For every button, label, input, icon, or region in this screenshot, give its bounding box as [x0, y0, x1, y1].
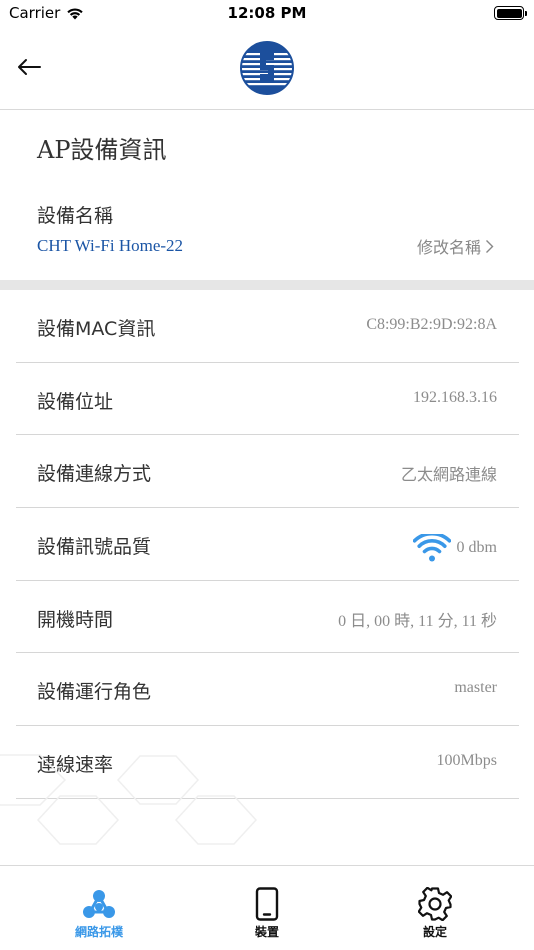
device-info-list: 設備MAC資訊 C8:99:B2:9D:92:8A 設備位址 192.168.3…	[16, 290, 519, 799]
tab-network-topology[interactable]: 網路拓樸	[10, 866, 188, 950]
row-ip-address: 設備位址 192.168.3.16	[16, 363, 519, 436]
cht-logo	[240, 41, 294, 95]
tab-settings[interactable]: 設定	[346, 866, 524, 950]
role-label: 設備運行角色	[37, 681, 152, 704]
role-value: master	[454, 679, 497, 697]
status-bar: Carrier 12:08 PM	[0, 0, 534, 28]
signal-quality-label: 設備訊號品質	[37, 536, 152, 559]
chevron-right-icon	[486, 239, 494, 253]
nav-bar	[0, 28, 534, 110]
back-button[interactable]	[12, 50, 46, 84]
row-uptime: 開機時間 0 日, 00 時, 11 分, 11 秒	[16, 581, 519, 654]
signal-quality-value-group: 0 dbm	[412, 534, 497, 562]
device-name-value: CHT Wi-Fi Home-22	[37, 236, 184, 255]
connection-type-label: 設備連線方式	[37, 463, 152, 486]
tab-bar: 網路拓樸 裝置 設定	[0, 865, 534, 950]
link-speed-label: 連線速率	[37, 754, 114, 777]
mac-value: C8:99:B2:9D:92:8A	[366, 316, 497, 333]
link-speed-value: 100Mbps	[436, 752, 497, 770]
battery-icon	[494, 6, 527, 20]
tab-devices[interactable]: 裝置	[178, 866, 356, 950]
device-name-label: 設備名稱	[37, 205, 114, 227]
wifi-signal-icon	[412, 534, 451, 562]
tab-network-topology-label: 網路拓樸	[74, 925, 123, 939]
arrow-left-icon	[18, 59, 41, 75]
ip-address-value: 192.168.3.16	[413, 388, 497, 406]
tab-devices-label: 裝置	[254, 925, 279, 939]
connection-type-value: 乙太網路連線	[400, 467, 497, 485]
section-separator	[0, 280, 534, 290]
phone-device-icon	[255, 887, 279, 921]
status-time: 12:08 PM	[227, 4, 307, 22]
page-title: AP設備資訊	[37, 136, 167, 164]
rename-label: 修改名稱	[416, 238, 481, 257]
network-topology-icon	[83, 890, 115, 918]
mac-label: 設備MAC資訊	[37, 318, 156, 340]
signal-quality-value: 0 dbm	[456, 539, 497, 557]
ip-address-label: 設備位址	[37, 390, 114, 413]
row-connection-type: 設備連線方式 乙太網路連線	[16, 435, 519, 509]
gear-icon	[418, 887, 452, 921]
tab-settings-label: 設定	[422, 925, 447, 939]
row-mac: 設備MAC資訊 C8:99:B2:9D:92:8A	[16, 290, 519, 363]
uptime-label: 開機時間	[37, 608, 114, 631]
row-signal-quality: 設備訊號品質 0 dbm	[16, 508, 519, 581]
uptime-value: 0 日, 00 時, 11 分, 11 秒	[338, 612, 497, 630]
row-role: 設備運行角色 master	[16, 653, 519, 727]
row-link-speed: 連線速率 100Mbps	[16, 726, 519, 799]
rename-button[interactable]: 修改名稱	[417, 234, 494, 258]
